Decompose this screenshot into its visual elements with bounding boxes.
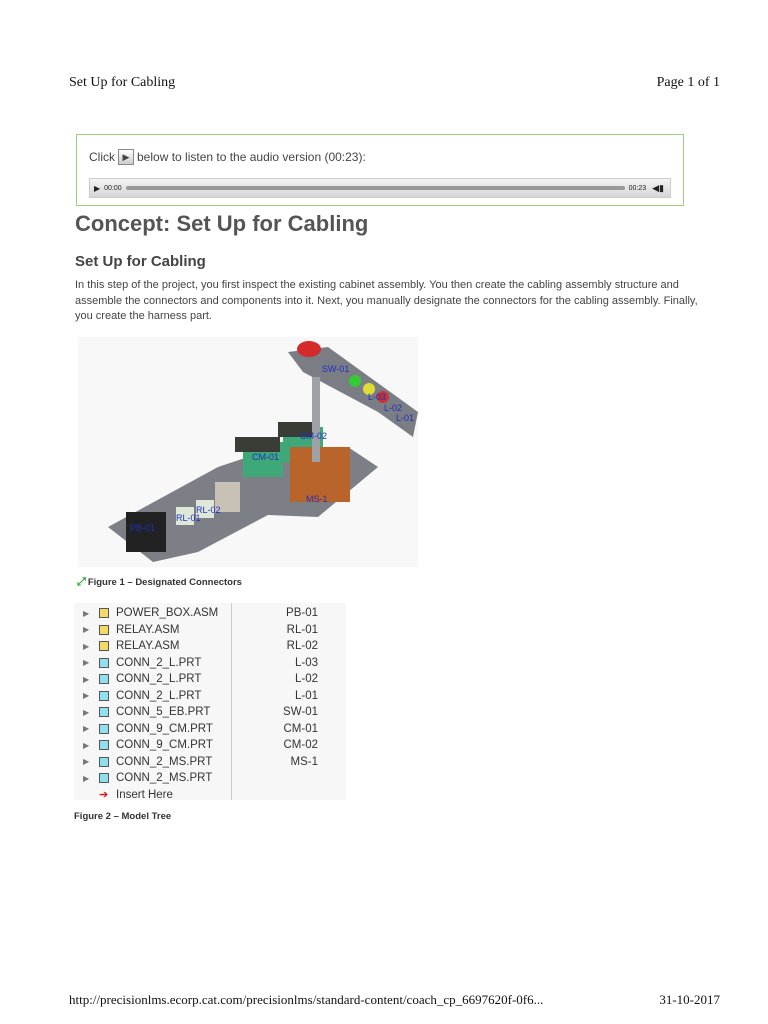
tree-item-designation: L-01 [294, 689, 318, 702]
label-rl-01: RL-01 [176, 513, 201, 523]
tree-item-name: CONN_2_L.PRT [116, 673, 202, 686]
label-pb-01: PB-01 [130, 523, 155, 533]
tree-row[interactable]: ▶ CONN_9_CM.PRT CM-01 [74, 721, 346, 738]
audio-instruction-text: below to listen to the audio version (00… [137, 150, 366, 164]
tree-item-designation: PB-01 [286, 607, 318, 620]
tree-row[interactable]: ▶ POWER_BOX.ASM PB-01 [74, 605, 346, 622]
play-button[interactable]: ▶ [94, 184, 100, 193]
tree-item-name: CONN_2_L.PRT [116, 689, 202, 702]
assembly-icon [99, 624, 109, 635]
tree-row[interactable]: ▶ CONN_2_L.PRT L-03 [74, 655, 346, 672]
expand-arrow-icon[interactable]: ▶ [83, 691, 89, 700]
label-l-03: L-03 [368, 392, 386, 402]
tree-item-name: RELAY.ASM [116, 623, 180, 636]
expand-arrow-icon[interactable]: ▶ [83, 609, 89, 618]
part-icon [99, 740, 109, 751]
expand-icon[interactable]: ⤢ [77, 576, 86, 589]
part-icon [99, 723, 109, 734]
label-cm-02: CM-02 [300, 431, 327, 441]
tree-item-designation: CM-02 [283, 739, 318, 752]
expand-arrow-icon[interactable]: ▶ [83, 675, 89, 684]
tree-row[interactable]: ▶ CONN_5_EB.PRT SW-01 [74, 704, 346, 721]
audio-box: Click ▶ below to listen to the audio ver… [76, 134, 684, 206]
page-title: Concept: Set Up for Cabling [75, 211, 369, 236]
tree-item-name: CONN_2_MS.PRT [116, 772, 213, 785]
tree-item-name: CONN_9_CM.PRT [116, 739, 213, 752]
tree-item-designation: RL-02 [286, 640, 318, 653]
label-ms-1: MS-1 [306, 494, 328, 504]
seek-bar[interactable] [125, 186, 625, 190]
page-number: Page 1 of 1 [656, 75, 720, 90]
tree-item-name: RELAY.ASM [116, 640, 180, 653]
insert-here-label: Insert Here [116, 788, 173, 801]
model-tree: ▶ POWER_BOX.ASM PB-01 ▶ RELAY.ASM RL-01 ▶ RELAY… [74, 603, 346, 801]
tree-item-designation: CM-01 [283, 722, 318, 735]
part-icon [99, 690, 109, 701]
tree-row[interactable]: ▶ CONN_2_MS.PRT MS-1 [74, 754, 346, 771]
tree-item-name: POWER_BOX.ASM [116, 607, 219, 620]
figure2-caption: Figure 2 – Model Tree [74, 811, 172, 822]
tree-row[interactable]: ▶ CONN_2_MS.PRT [74, 770, 346, 787]
tree-row[interactable]: ▶ CONN_2_L.PRT L-01 [74, 688, 346, 705]
tree-row[interactable]: ▶ RELAY.ASM RL-02 [74, 638, 346, 655]
play-icon[interactable]: ▶ [118, 149, 134, 165]
footer-url: http://precisionlms.ecorp.cat.com/precis… [69, 992, 544, 1007]
expand-arrow-icon[interactable]: ▶ [83, 757, 89, 766]
footer-date: 31-10-2017 [659, 992, 720, 1007]
volume-icon[interactable]: ◀▮ [652, 183, 664, 194]
tree-item-designation: MS-1 [290, 755, 318, 768]
insert-here-row[interactable]: ➔ Insert Here [74, 787, 346, 804]
expand-arrow-icon[interactable]: ▶ [83, 642, 89, 651]
part-icon [99, 756, 109, 767]
section-title: Set Up for Cabling [75, 253, 206, 270]
tree-item-name: CONN_9_CM.PRT [116, 722, 213, 735]
assembly-icon [99, 608, 109, 619]
click-label: Click [89, 150, 115, 164]
tree-item-name: CONN_2_L.PRT [116, 656, 202, 669]
tree-item-designation: L-02 [294, 673, 318, 686]
time-start: 00:00 [104, 184, 122, 192]
expand-arrow-icon[interactable]: ▶ [83, 625, 89, 634]
tree-item-designation: RL-01 [286, 623, 318, 636]
expand-arrow-icon[interactable]: ▶ [83, 741, 89, 750]
intro-paragraph: In this step of the project, you first i… [75, 279, 698, 322]
red-arrow-icon: ➔ [99, 789, 109, 802]
label-cm-01: CM-01 [252, 452, 279, 462]
part-icon [99, 707, 109, 718]
expand-arrow-icon[interactable]: ▶ [83, 658, 89, 667]
time-end: 00:23 [628, 184, 647, 192]
assembly-icon [99, 641, 109, 652]
audio-instruction: Click ▶ below to listen to the audio ver… [89, 149, 366, 165]
expand-arrow-icon[interactable]: ▶ [83, 774, 89, 783]
cabinet-assembly-image: SW-01 L-03 L-02 L-01 CM-02 CM-01 MS-1 RL… [78, 337, 418, 567]
expand-arrow-icon[interactable]: ▶ [83, 724, 89, 733]
part-icon [99, 657, 109, 668]
audio-player: ▶ 00:00 00:23 ◀▮ [89, 178, 671, 198]
tree-row[interactable]: ▶ CONN_2_L.PRT L-02 [74, 671, 346, 688]
expand-arrow-icon[interactable]: ▶ [83, 708, 89, 717]
figure1-caption-wrap: ⤢ Figure 1 – Designated Connectors [77, 576, 242, 589]
label-sw-01: SW-01 [322, 364, 349, 374]
page-header-title: Set Up for Cabling [69, 75, 176, 90]
tree-item-name: CONN_5_EB.PRT [116, 706, 211, 719]
tree-item-name: CONN_2_MS.PRT [116, 755, 213, 768]
part-icon [99, 674, 109, 685]
label-l-02: L-02 [384, 403, 402, 413]
tree-row[interactable]: ▶ CONN_9_CM.PRT CM-02 [74, 737, 346, 754]
figure1-caption: Figure 1 – Designated Connectors [87, 577, 242, 588]
part-icon [99, 773, 109, 784]
tree-item-designation: L-03 [294, 656, 318, 669]
label-l-01: L-01 [396, 413, 414, 423]
tree-item-designation: SW-01 [283, 706, 318, 719]
tree-row[interactable]: ▶ RELAY.ASM RL-01 [74, 622, 346, 639]
